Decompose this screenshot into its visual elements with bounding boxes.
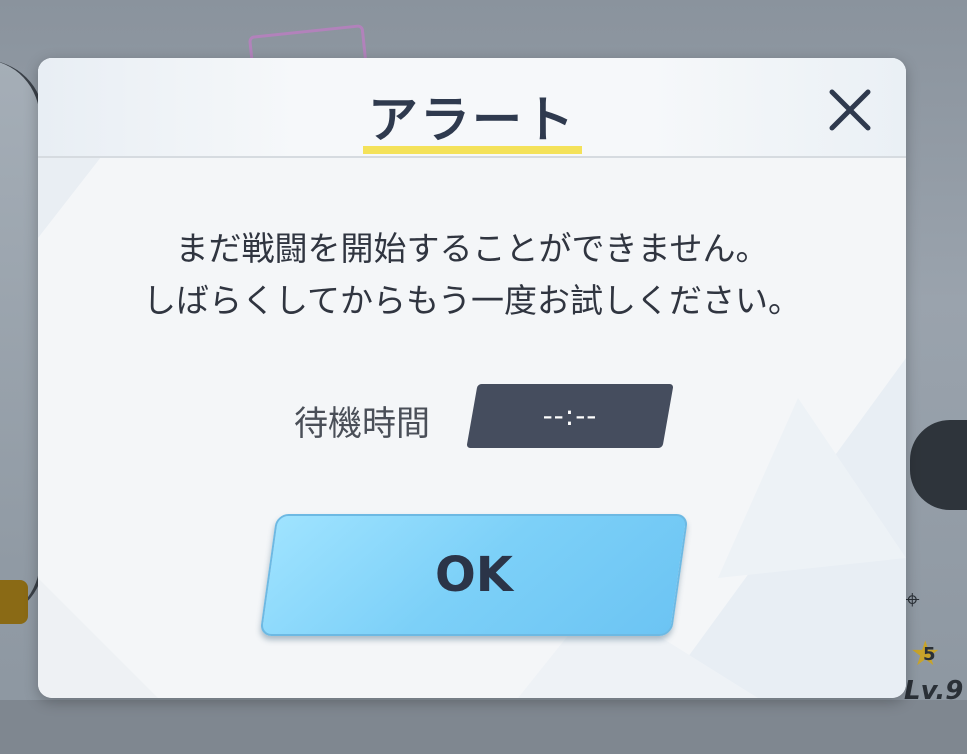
background-character-right <box>910 420 967 510</box>
close-button[interactable] <box>820 80 880 140</box>
close-icon <box>829 89 871 131</box>
wait-time-value: --:-- <box>542 399 598 432</box>
background-gold-tab <box>0 580 28 624</box>
background-bottom-bar <box>0 700 967 754</box>
star-rank: 5 <box>923 644 936 665</box>
alert-message: まだ戦闘を開始することができません。 しばらくしてからもう一度お試しください。 <box>38 223 906 327</box>
alert-message-line-1: まだ戦闘を開始することができません。 <box>175 229 769 268</box>
level-text: Lv.9 <box>904 676 964 706</box>
ok-button-label: OK <box>435 547 513 603</box>
alert-dialog: アラート まだ戦闘を開始することができません。 しばらくしてからもう一度お試しく… <box>38 58 906 698</box>
ok-button[interactable]: OK <box>259 514 689 636</box>
background-target-icon: ⌖ <box>905 585 920 615</box>
alert-message-line-2: しばらくしてからもう一度お試しください。 <box>142 281 802 320</box>
dialog-title: アラート <box>368 91 576 149</box>
title-underline <box>363 146 582 154</box>
wait-time-label: 待機時間 <box>294 404 430 444</box>
